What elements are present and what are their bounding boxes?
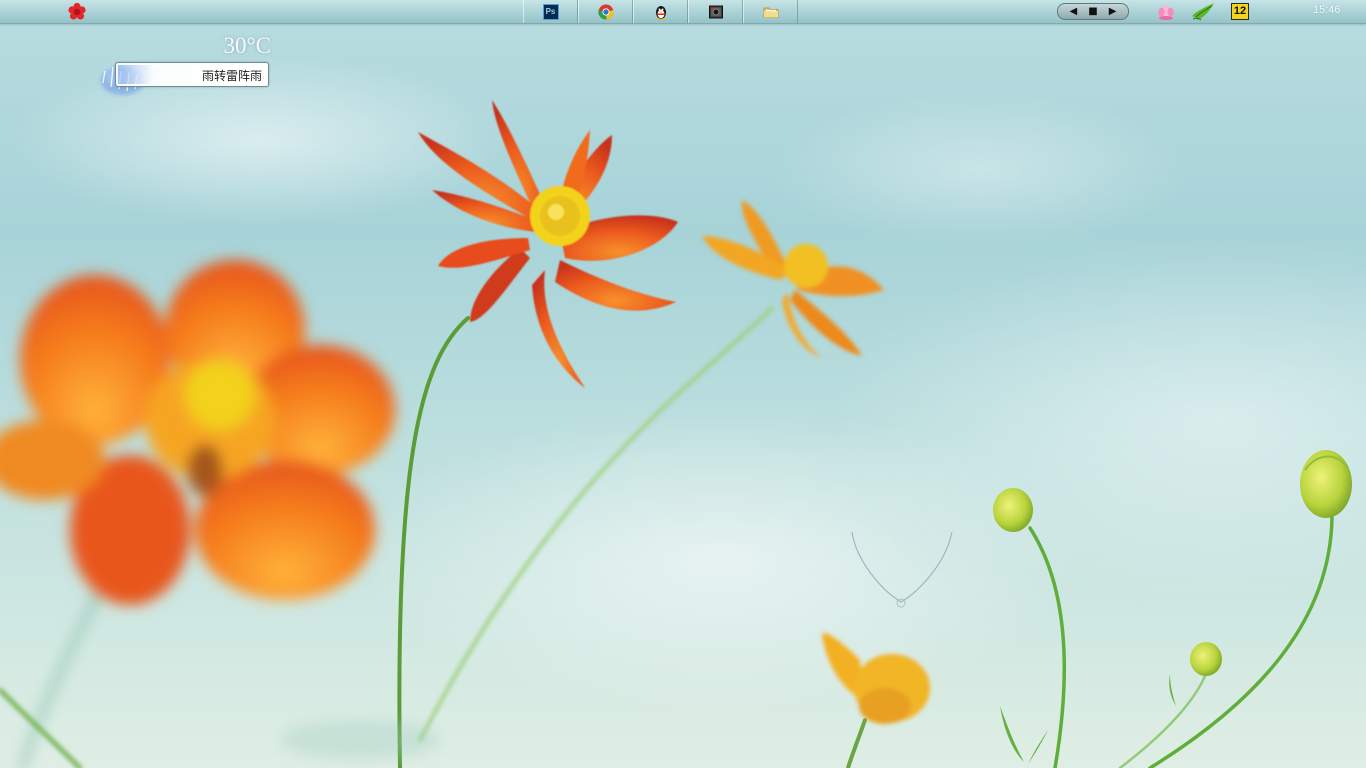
photoshop-icon: Ps xyxy=(542,3,559,20)
green-bird-icon[interactable] xyxy=(1190,2,1214,22)
chrome-icon xyxy=(597,4,614,20)
blurred-orange-flower xyxy=(0,260,395,605)
task-buttons: Ps xyxy=(523,0,798,23)
folder-icon xyxy=(763,4,779,20)
cosmos-flowers-illustration xyxy=(0,100,1352,768)
calendar-icon[interactable]: 12 xyxy=(1231,3,1249,20)
camera-task-button[interactable] xyxy=(688,0,743,23)
weather-description: 雨转雷阵雨 xyxy=(201,69,262,83)
camera-icon xyxy=(708,4,724,20)
stop-button[interactable]: ■ xyxy=(1088,4,1097,19)
qq-penguin-icon xyxy=(653,4,669,20)
chrome-task-button[interactable] xyxy=(578,0,633,23)
weather-temperature: 30°C xyxy=(223,33,271,58)
blurred-yellow-orange-flower xyxy=(702,200,884,358)
weather-gadget[interactable]: 30°C 雨转雷阵雨 xyxy=(95,33,275,103)
photoshop-task-button[interactable]: Ps xyxy=(523,0,578,23)
leaves xyxy=(1000,674,1176,764)
desktop-wallpaper xyxy=(0,0,1366,768)
red-flower-icon[interactable] xyxy=(67,2,87,22)
red-orange-cosmos-flower xyxy=(418,100,678,388)
pendant-decoration xyxy=(846,530,958,610)
weather-description-box: 雨转雷阵雨 xyxy=(115,62,269,87)
qq-task-button[interactable] xyxy=(633,0,688,23)
previous-track-button[interactable]: ◀ xyxy=(1070,4,1078,19)
file-explorer-task-button[interactable] xyxy=(743,0,798,23)
lotus-icon[interactable] xyxy=(1156,2,1176,22)
system-clock[interactable]: 15:46 xyxy=(1313,4,1341,16)
media-controls: ◀ ■ ▶ xyxy=(1057,3,1129,20)
yellow-bud-bottom xyxy=(822,633,930,724)
next-track-button[interactable]: ▶ xyxy=(1109,4,1117,19)
top-taskbar: Ps ◀ ■ ▶ 12 15:46 xyxy=(0,0,1366,24)
